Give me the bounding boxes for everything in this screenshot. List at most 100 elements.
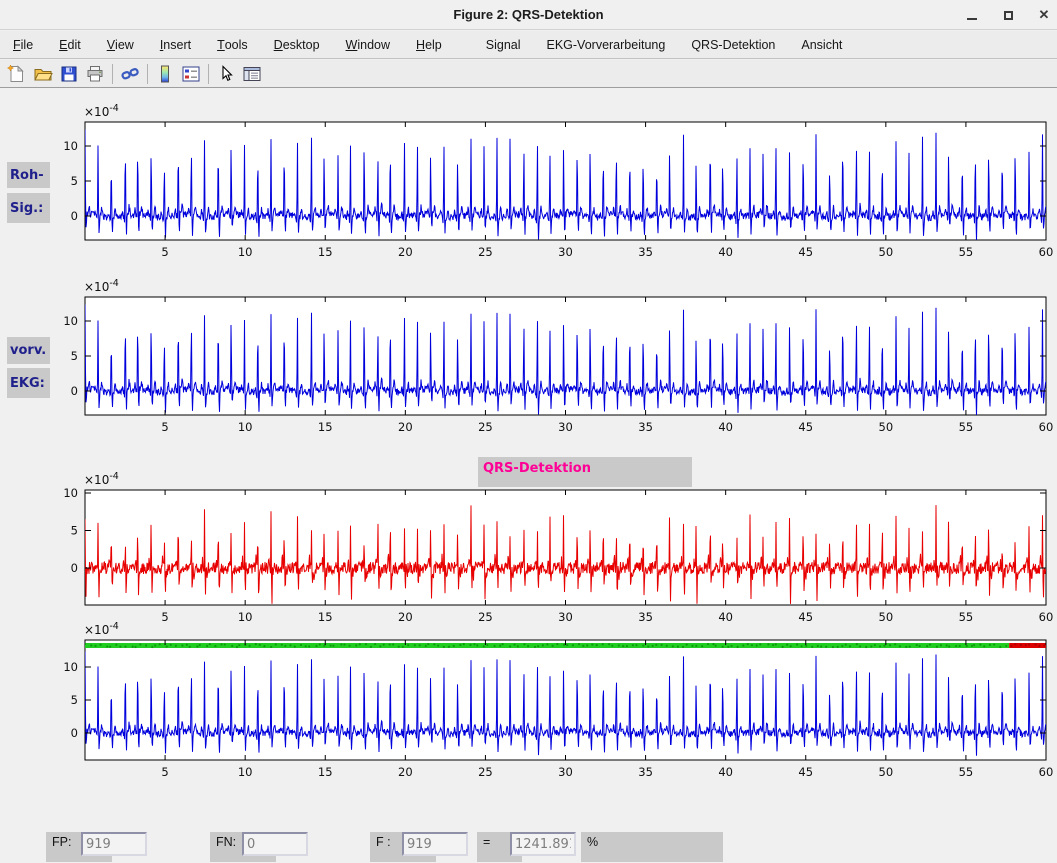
detection-mark-dot (109, 646, 111, 648)
detection-mark-dot (437, 645, 439, 647)
detection-mark-dot (672, 645, 674, 647)
fp-value-field[interactable] (81, 832, 147, 856)
detection-mark-dot (154, 644, 156, 646)
detection-mark-dot (473, 643, 475, 645)
detection-mark-dot (677, 646, 679, 648)
detection-mark-dot (1025, 644, 1027, 646)
detection-mark-dot (220, 643, 222, 645)
detection-mark-dot (759, 643, 761, 645)
y-tick-label: 5 (71, 524, 78, 538)
detection-mark-dot (722, 646, 724, 648)
detection-mark-dot (566, 644, 568, 646)
detection-mark-dot (596, 644, 598, 646)
detection-mark-dot (845, 644, 847, 646)
detection-mark-dot (308, 645, 310, 647)
y-tick-label: 10 (63, 314, 78, 328)
detection-mark-dot (811, 646, 813, 648)
detection-mark-dot (730, 645, 732, 647)
x-tick-label: 25 (478, 765, 493, 779)
x-tick-label: 5 (161, 765, 168, 779)
print-figure-icon[interactable] (82, 62, 108, 86)
toolbar (0, 60, 1057, 88)
y-tick-label: 5 (71, 174, 78, 188)
detection-mark-dot (989, 644, 991, 646)
insert-legend-icon[interactable] (178, 62, 204, 86)
detection-mark-dot (916, 644, 918, 646)
menu-item-ekg-vorverarbeitung[interactable]: EKG-Vorverarbeitung (534, 31, 679, 58)
plot-ecg-with-threshold-axes-box (85, 640, 1046, 760)
x-tick-label: 50 (879, 245, 894, 259)
detection-mark-dot (966, 645, 968, 647)
y-tick-label: 10 (63, 139, 78, 153)
detection-mark-dot (870, 645, 872, 647)
menu-item-desktop[interactable]: Desktop (261, 31, 333, 58)
detection-mark-dot (238, 644, 240, 646)
detection-mark-dot (534, 646, 536, 648)
menu-item-signal[interactable]: Signal (473, 31, 534, 58)
x-tick-label: 10 (238, 245, 253, 259)
menu-item-insert[interactable]: Insert (147, 31, 204, 58)
menu-item-ansicht[interactable]: Ansicht (788, 31, 855, 58)
x-tick-label: 60 (1039, 610, 1054, 624)
detection-mark-dot (983, 645, 985, 647)
save-figure-icon[interactable] (56, 62, 82, 86)
plot-tools-icon[interactable] (239, 62, 265, 86)
detection-mark-dot (837, 646, 839, 648)
new-figure-icon[interactable] (4, 62, 30, 86)
x-tick-label: 45 (798, 245, 813, 259)
detection-mark-dot (119, 646, 121, 648)
close-button[interactable]: ✕ (1037, 8, 1051, 22)
plot-raw-ecg-axes-box (85, 122, 1046, 240)
plot-raw-ecg: 510152025303540455055600510×10-4 (63, 103, 1053, 259)
detection-mark-dot (602, 643, 604, 645)
f-value-field[interactable] (402, 832, 468, 856)
detection-mark-dot (572, 644, 574, 646)
percent-panel: % (581, 832, 723, 862)
x-tick-label: 40 (718, 420, 733, 434)
detection-mark-dot (433, 643, 435, 645)
edit-plot-icon[interactable] (213, 62, 239, 86)
detection-mark-dot (883, 645, 885, 647)
fn-value-field[interactable] (242, 832, 308, 856)
x-tick-label: 55 (959, 765, 974, 779)
detection-mark-dot (134, 646, 136, 648)
detection-mark-dot (879, 645, 881, 647)
plots-canvas: 510152025303540455055600510×10-451015202… (0, 0, 1057, 863)
detection-mark-dot (801, 645, 803, 647)
window-title: Figure 2: QRS-Detektion (453, 7, 603, 22)
menu-item-tools[interactable]: Tools (204, 31, 261, 58)
detection-mark-dot (727, 646, 729, 648)
detection-mark-dot (682, 646, 684, 648)
detection-mark-dot (332, 645, 334, 647)
x-tick-label: 30 (558, 245, 573, 259)
menu-item-qrs-detektion[interactable]: QRS-Detektion (678, 31, 788, 58)
detection-mark-dot (1034, 643, 1036, 645)
menu-item-help[interactable]: Help (403, 31, 455, 58)
insert-colorbar-icon[interactable] (152, 62, 178, 86)
y-axis-exponent-label: ×10-4 (84, 471, 119, 487)
detection-mark-dot (476, 644, 478, 646)
menu-item-window[interactable]: Window (333, 31, 403, 58)
menu-item-view[interactable]: View (94, 31, 147, 58)
detection-mark-dot (398, 646, 400, 648)
detection-mark-dot (1005, 645, 1007, 647)
menu-item-file[interactable]: File (0, 31, 46, 58)
detection-mark-dot (865, 646, 867, 648)
y-axis-exponent-label: ×10-4 (84, 621, 119, 637)
detection-mark-dot (582, 645, 584, 647)
minimize-button[interactable] (965, 8, 979, 22)
detection-mark-dot (655, 644, 657, 646)
open-file-icon[interactable] (30, 62, 56, 86)
maximize-button[interactable] (1001, 8, 1015, 22)
menu-item-edit[interactable]: Edit (46, 31, 94, 58)
detection-mark-dot (389, 643, 391, 645)
x-tick-label: 25 (478, 245, 493, 259)
x-tick-label: 60 (1039, 245, 1054, 259)
x-tick-label: 50 (879, 610, 894, 624)
plot-preprocessed-ecg: 510152025303540455055600510×10-4 (63, 278, 1053, 434)
x-tick-label: 30 (558, 765, 573, 779)
link-plot-icon[interactable] (117, 62, 143, 86)
detection-mark-dot (611, 645, 613, 647)
detection-mark-dot (546, 643, 548, 645)
ratio-value-field[interactable] (510, 832, 576, 856)
